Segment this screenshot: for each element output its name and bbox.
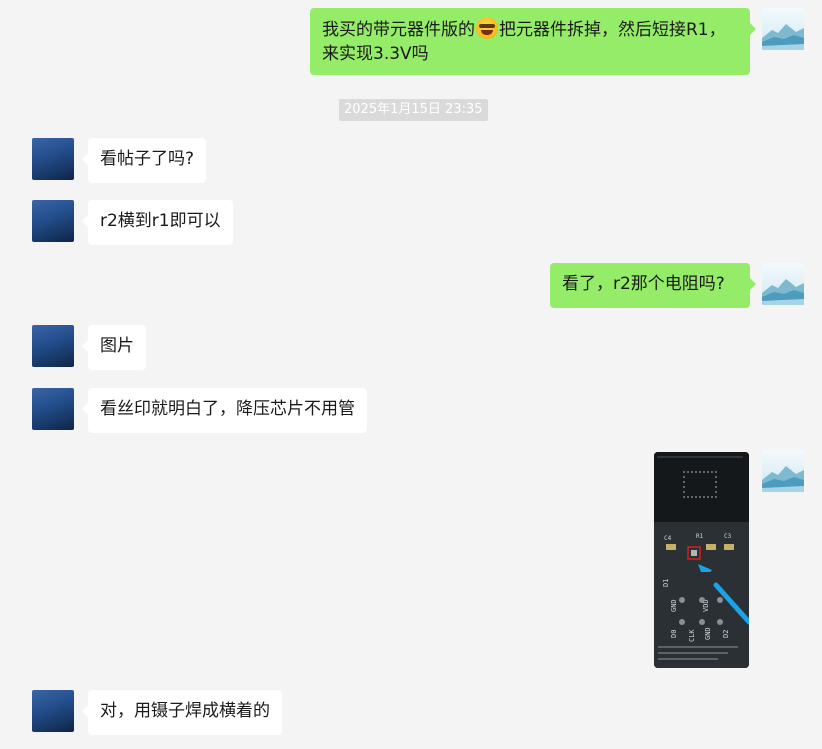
silkscreen-label: D1: [662, 579, 670, 587]
message-bubble-other[interactable]: r2横到r1即可以: [82, 200, 233, 245]
contact-avatar[interactable]: [32, 200, 74, 242]
silkscreen-label: GND: [704, 627, 712, 640]
message-text: 看丝印就明白了，降压芯片不用管: [100, 399, 355, 419]
silkscreen-label: D0: [670, 630, 678, 638]
mountain-landscape-icon: [762, 466, 804, 492]
message-text: 对，用镊子焊成横着的: [100, 701, 270, 721]
silkscreen-label: CLK: [688, 629, 696, 642]
message-bubble-other[interactable]: 对，用镊子焊成横着的: [82, 690, 282, 735]
message-bubble-other[interactable]: 看帖子了吗?: [81, 138, 207, 183]
contact-avatar[interactable]: [32, 138, 74, 180]
message-bubble-self[interactable]: 看了，r2那个电阻吗?: [550, 263, 756, 308]
mountain-landscape-icon: [762, 24, 804, 50]
silkscreen-label: R1: [696, 533, 704, 540]
circuit-board-photo[interactable]: C4 R1 C3 D1 D0 GND CLK VDD GND D2: [654, 452, 749, 668]
message-text: r2横到r1即可以: [100, 211, 221, 231]
message-bubble-other[interactable]: 图片: [82, 325, 146, 370]
silkscreen-label: C4: [664, 535, 672, 542]
circuit-board-image: C4 R1 C3 D1 D0 GND CLK VDD GND D2: [654, 452, 749, 668]
contact-avatar[interactable]: [32, 690, 74, 732]
chat-window: 我买的带元器件版的 把元器件拆掉，然后短接R1， 来实现3.3V吗 2025年1月…: [0, 0, 822, 749]
message-text-line: 来实现3.3V吗: [322, 44, 429, 64]
message-text: 看了，r2那个电阻吗?: [562, 274, 725, 294]
message-text: 图片: [100, 336, 134, 356]
contact-avatar[interactable]: [32, 388, 74, 430]
silkscreen-label: GND: [670, 599, 678, 612]
my-avatar[interactable]: [762, 8, 804, 50]
my-avatar[interactable]: [762, 450, 804, 492]
message-bubble-self[interactable]: 我买的带元器件版的 把元器件拆掉，然后短接R1， 来实现3.3V吗: [310, 8, 756, 75]
silkscreen-label: C3: [724, 533, 732, 540]
timestamp: 2025年1月15日 23:35: [339, 99, 488, 121]
message-bubble-other[interactable]: 看丝印就明白了，降压芯片不用管: [82, 388, 367, 433]
silkscreen-label: D2: [722, 630, 730, 638]
contact-avatar[interactable]: [32, 325, 74, 367]
message-text: 看帖子了吗?: [100, 149, 195, 169]
my-avatar[interactable]: [762, 263, 804, 305]
laughing-emoji-icon: [476, 17, 498, 39]
mountain-landscape-icon: [762, 279, 804, 305]
message-text-line: 我买的带元器件版的 把元器件拆掉，然后短接R1，: [322, 17, 738, 42]
